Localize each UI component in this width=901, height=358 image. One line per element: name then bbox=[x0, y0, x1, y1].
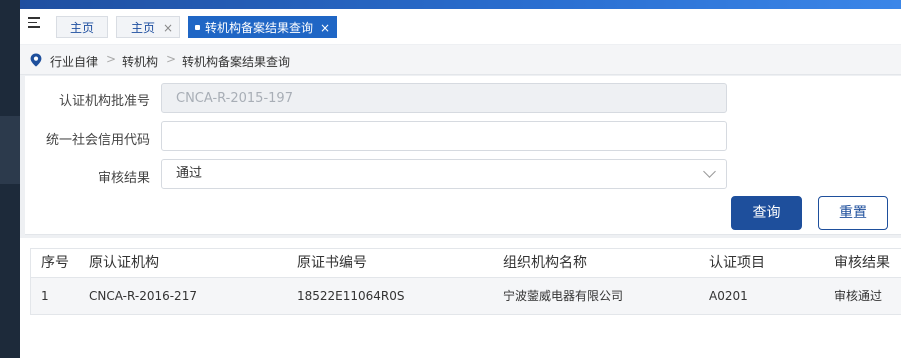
column-header: 序号 bbox=[41, 255, 69, 271]
table-row[interactable]: 1 CNCA-R-2016-217 18522E11064R0S 宁波蓥威电器有… bbox=[30, 278, 901, 315]
breadcrumb: 行业自律 > 转机构 > 转机构备案结果查询 bbox=[20, 45, 901, 75]
table-cell: 审核通过 bbox=[834, 289, 883, 303]
field-label: 审核结果 bbox=[97, 171, 150, 186]
tab-home-2[interactable]: 主页 × bbox=[116, 16, 180, 38]
tab-transfer-query[interactable]: 转机构备案结果查询 × bbox=[188, 16, 337, 38]
location-pin-icon bbox=[30, 53, 42, 67]
table-header: 序号 原认证机构 原证书编号 组织机构名称 认证项目 审核结果 bbox=[30, 248, 901, 278]
breadcrumb-item-industry[interactable]: 行业自律 bbox=[50, 53, 98, 70]
select-value: 通过 bbox=[176, 166, 203, 181]
credit-code-input[interactable] bbox=[161, 121, 727, 151]
chevron-down-icon bbox=[703, 165, 716, 178]
search-form: 认证机构批准号 统一社会信用代码 审核结果 通过 查询 重置 bbox=[25, 76, 901, 235]
header-banner bbox=[20, 0, 901, 9]
table-cell: CNCA-R-2016-217 bbox=[89, 289, 197, 303]
results-table: 序号 原认证机构 原证书编号 组织机构名称 认证项目 审核结果 1 CNCA-R… bbox=[20, 238, 901, 358]
breadcrumb-item-current: 转机构备案结果查询 bbox=[182, 55, 291, 69]
table-cell: A0201 bbox=[709, 289, 748, 303]
column-header: 原证书编号 bbox=[297, 255, 367, 271]
tab-label: 主页 bbox=[69, 21, 94, 35]
breadcrumb-item-transfer[interactable]: 转机构 bbox=[122, 53, 158, 70]
close-icon[interactable]: × bbox=[320, 17, 330, 39]
query-button[interactable]: 查询 bbox=[731, 196, 802, 230]
tab-home[interactable]: 主页 bbox=[56, 16, 108, 38]
breadcrumb-separator: > bbox=[166, 52, 177, 66]
active-dot-icon bbox=[195, 25, 200, 30]
table-cell: 18522E11064R0S bbox=[297, 289, 405, 303]
sidebar-active-block bbox=[0, 116, 20, 184]
column-header: 认证项目 bbox=[709, 255, 765, 271]
field-label: 认证机构批准号 bbox=[58, 94, 150, 109]
column-header: 组织机构名称 bbox=[503, 255, 587, 271]
review-result-select[interactable]: 通过 bbox=[161, 159, 727, 189]
menu-toggle-icon[interactable] bbox=[28, 17, 40, 29]
close-icon[interactable]: × bbox=[163, 17, 173, 39]
tab-bar: 主页 主页 × 转机构备案结果查询 × bbox=[20, 9, 901, 44]
table-cell: 1 bbox=[41, 289, 49, 303]
tab-label: 主页 bbox=[131, 21, 156, 35]
main-content: 主页 主页 × 转机构备案结果查询 × 行业自律 > 转机构 > 转机构备案结果… bbox=[20, 9, 901, 358]
reset-button[interactable]: 重置 bbox=[818, 196, 888, 230]
column-header: 原认证机构 bbox=[89, 255, 159, 271]
approval-number-input[interactable] bbox=[161, 83, 727, 113]
sidebar-rail bbox=[0, 0, 20, 358]
tab-label: 转机构备案结果查询 bbox=[205, 21, 314, 35]
column-header: 审核结果 bbox=[834, 255, 890, 271]
breadcrumb-separator: > bbox=[106, 52, 117, 66]
field-label: 统一社会信用代码 bbox=[45, 133, 150, 148]
table-cell: 宁波蓥威电器有限公司 bbox=[503, 289, 624, 303]
